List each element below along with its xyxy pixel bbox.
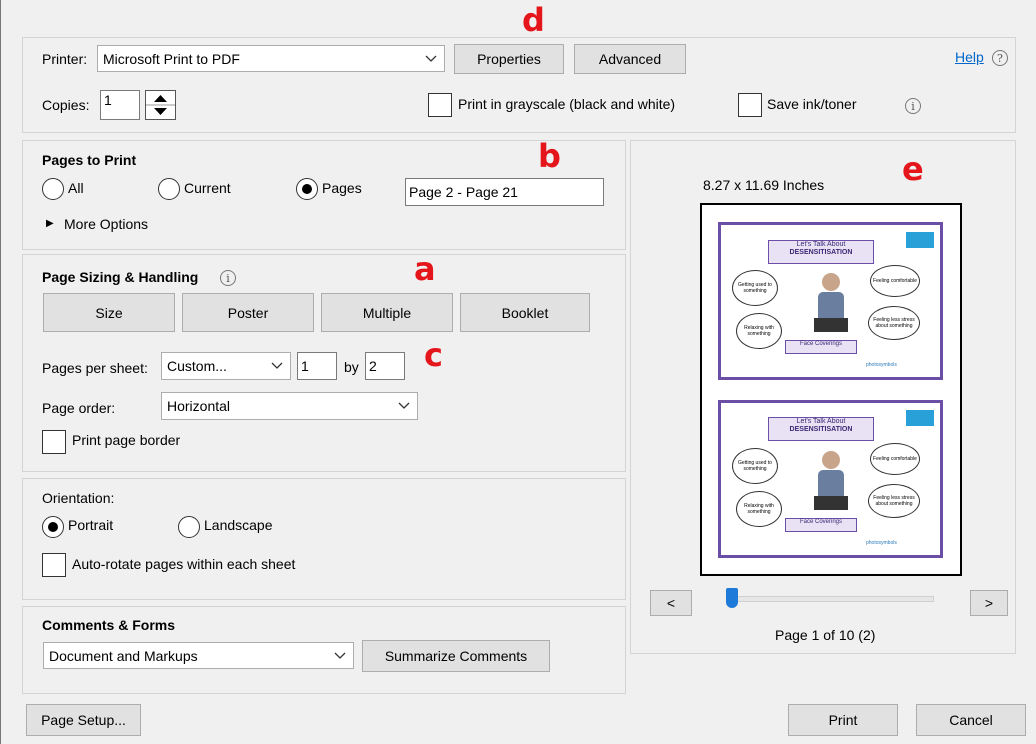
pages-per-sheet-label: Pages per sheet:	[42, 360, 148, 376]
grayscale-checkbox[interactable]	[428, 93, 452, 117]
chevron-down-icon	[327, 643, 353, 668]
slide-title-line2: DESENSITISATION	[789, 426, 853, 433]
pages-per-sheet-value: Custom...	[167, 358, 227, 374]
thought-cloud: Feeling comfortable	[870, 265, 920, 297]
window-edge	[0, 0, 1, 744]
radio-selected-dot	[302, 184, 312, 194]
page-status: Page 1 of 10 (2)	[775, 627, 876, 643]
save-ink-label: Save ink/toner	[767, 96, 857, 112]
radio-all-label: All	[68, 180, 84, 196]
info-icon[interactable]: i	[905, 98, 921, 114]
pages-to-print-title: Pages to Print	[42, 152, 137, 168]
next-page-button[interactable]: >	[970, 590, 1008, 616]
save-ink-checkbox[interactable]	[738, 93, 762, 117]
size-button[interactable]: Size	[43, 293, 175, 332]
copies-stepper[interactable]	[145, 90, 176, 120]
thought-cloud: Getting used to something	[732, 448, 778, 484]
grayscale-label: Print in grayscale (black and white)	[458, 96, 676, 112]
info-icon[interactable]: i	[220, 270, 236, 286]
comments-title: Comments & Forms	[42, 617, 176, 633]
by-label: by	[344, 359, 359, 375]
copies-input[interactable]: 1	[100, 90, 140, 120]
radio-all[interactable]	[42, 178, 64, 200]
slide-title-line2: DESENSITISATION	[789, 249, 853, 256]
auto-rotate-label: Auto-rotate pages within each sheet	[72, 556, 296, 572]
printer-label: Printer:	[42, 51, 88, 67]
more-options-toggle[interactable]: More Options	[64, 216, 148, 232]
auto-rotate-checkbox[interactable]	[42, 553, 66, 577]
slide-title: Let's Talk About DESENSITISATION	[768, 240, 874, 264]
pages-range-input[interactable]: Page 2 - Page 21	[405, 178, 604, 206]
printer-value: Microsoft Print to PDF	[103, 50, 240, 67]
slide-title-line1: Let's Talk About	[796, 241, 846, 248]
pages-per-sheet-select[interactable]: Custom...	[161, 352, 291, 380]
slide-title: Let's Talk About DESENSITISATION	[768, 417, 874, 441]
summarize-comments-button[interactable]: Summarize Comments	[362, 640, 550, 672]
help-link[interactable]: Help	[955, 49, 984, 65]
help-question-icon[interactable]: ?	[992, 50, 1008, 66]
booklet-button[interactable]: Booklet	[460, 293, 590, 332]
thought-cloud: Relaxing with something	[736, 313, 782, 349]
stepper-arrows-icon	[146, 95, 175, 115]
radio-landscape[interactable]	[178, 516, 200, 538]
triangle-right-icon[interactable]: ▶	[46, 218, 54, 229]
slide-title-line1: Let's Talk About	[796, 418, 846, 425]
thought-cloud: Feeling less stress about something	[868, 306, 920, 340]
advanced-button[interactable]: Advanced	[574, 44, 686, 74]
annotation-marker-d: d	[522, 1, 545, 39]
radio-current-label: Current	[184, 180, 231, 196]
orientation-title: Orientation:	[42, 490, 115, 506]
chevron-down-icon	[418, 46, 444, 71]
radio-portrait[interactable]	[42, 516, 64, 538]
print-button[interactable]: Print	[788, 704, 898, 736]
annotation-marker-e: e	[902, 150, 924, 188]
page-setup-button[interactable]: Page Setup...	[26, 704, 141, 736]
print-border-checkbox[interactable]	[42, 430, 66, 454]
slide-footer: Face Coverings	[785, 518, 857, 532]
radio-portrait-label: Portrait	[68, 517, 114, 533]
thought-cloud: Feeling less stress about something	[868, 484, 920, 518]
print-border-label: Print page border	[72, 432, 181, 448]
annotation-marker-c: c	[424, 336, 443, 374]
multiple-button[interactable]: Multiple	[321, 293, 453, 332]
thought-cloud: Getting used to something	[732, 270, 778, 306]
comments-value: Document and Markups	[49, 647, 198, 664]
radio-selected-dot	[48, 522, 58, 532]
thought-cloud: Relaxing with something	[736, 491, 782, 527]
radio-landscape-label: Landscape	[204, 517, 273, 533]
thought-cloud: Feeling comfortable	[870, 443, 920, 475]
printer-select[interactable]: Microsoft Print to PDF	[97, 45, 445, 72]
brand-logo-image	[906, 232, 934, 248]
radio-pages-label: Pages	[322, 180, 362, 196]
paper-size-label: 8.27 x 11.69 Inches	[703, 177, 825, 193]
brand-text: photosymbols	[866, 540, 897, 546]
previous-page-button[interactable]: <	[650, 590, 692, 616]
radio-current[interactable]	[158, 178, 180, 200]
person-illustration	[814, 273, 848, 332]
copies-label: Copies:	[42, 97, 90, 113]
page-order-label: Page order:	[42, 400, 116, 416]
poster-button[interactable]: Poster	[182, 293, 314, 332]
person-illustration	[814, 451, 848, 510]
page-sizing-title: Page Sizing & Handling	[42, 269, 199, 285]
annotation-marker-b: b	[538, 137, 561, 175]
comments-select[interactable]: Document and Markups	[43, 642, 354, 669]
page-order-value: Horizontal	[167, 398, 231, 414]
annotation-marker-a: a	[414, 250, 436, 288]
cancel-button[interactable]: Cancel	[916, 704, 1026, 736]
rows-input[interactable]: 2	[365, 352, 405, 380]
brand-logo-image	[906, 410, 934, 426]
columns-input[interactable]: 1	[297, 352, 337, 380]
page-slider-thumb[interactable]	[726, 588, 738, 608]
brand-text: photosymbols	[866, 362, 897, 368]
chevron-down-icon	[264, 353, 290, 379]
properties-button[interactable]: Properties	[454, 44, 564, 74]
slide-footer: Face Coverings	[785, 340, 857, 354]
page-order-select[interactable]: Horizontal	[161, 392, 418, 420]
page-slider-track[interactable]	[726, 596, 934, 602]
radio-pages[interactable]	[296, 178, 318, 200]
chevron-down-icon	[391, 393, 417, 419]
